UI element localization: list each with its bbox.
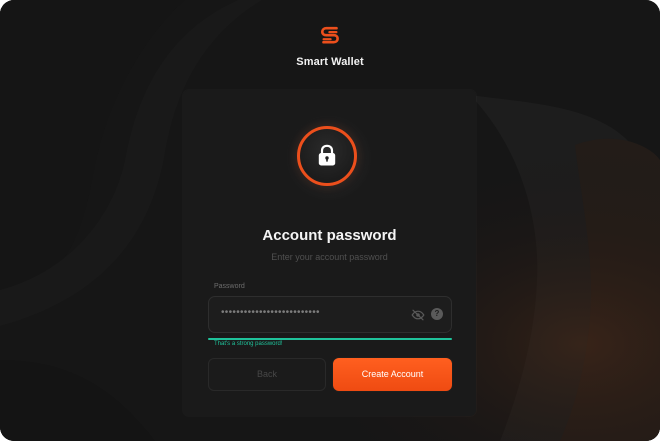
page-title: Account password — [262, 227, 397, 244]
logo: Smart Wallet — [0, 24, 660, 68]
back-button[interactable]: Back — [208, 358, 326, 391]
password-value[interactable]: •••••••••••••••••••••••••• — [221, 307, 320, 318]
eye-off-icon[interactable] — [411, 309, 425, 321]
password-strength-text: That's a strong password! — [214, 341, 283, 347]
smart-wallet-logo-icon — [321, 26, 339, 44]
create-account-button[interactable]: Create Account — [333, 358, 452, 391]
page-subtitle: Enter your account password — [271, 252, 388, 262]
password-strength-fill — [208, 338, 452, 340]
question-mark-icon[interactable]: ? — [431, 308, 443, 320]
password-strength-bar — [208, 338, 452, 340]
app-window: Smart Wallet Account password Enter your… — [0, 0, 660, 441]
lock-icon — [318, 144, 336, 166]
password-label: Password — [214, 283, 245, 290]
app-name: Smart Wallet — [296, 56, 364, 68]
lock-badge — [297, 126, 357, 186]
account-password-card: Account password Enter your account pass… — [183, 90, 476, 416]
password-field[interactable]: •••••••••••••••••••••••••• ? — [208, 296, 452, 333]
